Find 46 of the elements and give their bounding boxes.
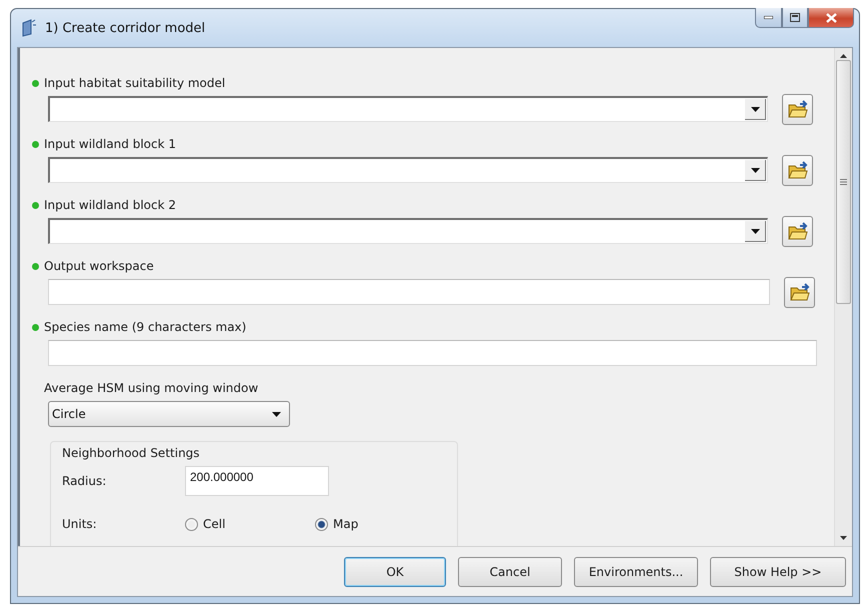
radio-option[interactable]: Map <box>315 517 445 531</box>
dropdown-arrow-icon <box>750 228 760 234</box>
dropdown-field[interactable]: Circle <box>48 401 290 427</box>
browse-button[interactable] <box>784 276 815 308</box>
dropdown-field[interactable] <box>48 96 768 122</box>
radio-option[interactable]: Cell <box>185 517 315 531</box>
tool-icon <box>21 19 37 37</box>
browse-button[interactable] <box>782 94 813 124</box>
minimize-icon <box>764 16 773 19</box>
scrollbar[interactable] <box>834 48 852 546</box>
maximize-icon <box>790 13 800 22</box>
radius-field[interactable]: 200.000000 <box>185 466 329 496</box>
close-button[interactable] <box>808 8 854 28</box>
dropdown-field[interactable] <box>48 218 768 244</box>
dialog-button[interactable]: Show Help >> <box>710 556 846 586</box>
folder-icon <box>788 222 808 240</box>
parameter-label: Output workspace <box>44 259 154 273</box>
parameter-label: Input habitat suitability model <box>44 76 226 90</box>
units-label: Units: <box>62 517 98 531</box>
dialog-button[interactable]: Cancel <box>458 556 562 586</box>
parameter-label: Input wildland block 1 <box>44 137 176 151</box>
scroll-down-icon <box>840 536 847 540</box>
folder-icon <box>790 283 810 301</box>
dropdown-arrow-icon <box>750 168 760 172</box>
browse-button[interactable] <box>782 154 813 186</box>
group-title: Neighborhood Settings <box>62 446 201 460</box>
minimize-button[interactable] <box>755 8 782 28</box>
radius-label: Radius: <box>62 474 108 488</box>
dropdown-arrow-icon <box>750 106 760 112</box>
scroll-up-icon <box>840 54 847 58</box>
window-title: 1) Create corridor model <box>45 20 206 36</box>
dropdown-field[interactable] <box>48 157 768 183</box>
close-icon <box>826 12 836 22</box>
maximize-button[interactable] <box>782 8 808 28</box>
folder-icon <box>788 161 808 179</box>
browse-button[interactable] <box>782 216 813 246</box>
grip-icon <box>840 179 847 185</box>
dialog-button[interactable]: OK <box>344 556 446 586</box>
dropdown-arrow-icon <box>272 412 281 416</box>
parameter-label: Average HSM using moving window <box>44 381 258 395</box>
parameter-label: Input wildland block 2 <box>44 198 176 212</box>
input-field[interactable] <box>48 340 817 366</box>
dialog-button[interactable]: Environments... <box>574 556 698 586</box>
folder-icon <box>788 100 808 118</box>
parameter-label: Species name (9 characters max) <box>44 320 246 334</box>
input-field[interactable] <box>48 279 770 305</box>
